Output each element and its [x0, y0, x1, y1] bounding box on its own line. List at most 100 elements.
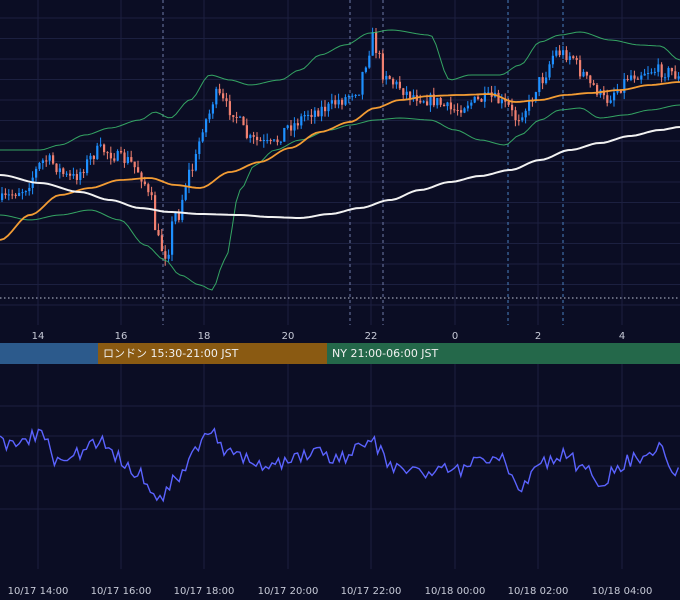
candle-up: [657, 64, 660, 72]
x-tick-label: 10/17 14:00: [8, 586, 69, 597]
candle-down: [276, 139, 279, 143]
candle-down: [123, 152, 126, 164]
candle-down: [619, 90, 622, 93]
x-tick-label: 20: [282, 331, 295, 342]
candle-down: [133, 161, 136, 168]
candle-up: [548, 64, 551, 78]
oscillator-background: [0, 364, 680, 600]
candle-down: [252, 135, 255, 137]
candle-up: [643, 73, 646, 76]
candle-down: [228, 101, 231, 116]
candle-up: [273, 139, 276, 141]
session-bar-tokyo: [0, 343, 98, 364]
x-axis-band: [0, 325, 680, 343]
candle-up: [664, 77, 667, 79]
candle-up: [201, 132, 204, 142]
candle-up: [395, 81, 398, 85]
x-tick-label: 0: [452, 331, 458, 342]
candle-down: [419, 100, 422, 103]
candle-up: [528, 100, 531, 111]
candle-up: [266, 140, 269, 142]
candle-down: [670, 67, 673, 72]
candle-up: [568, 56, 571, 61]
x-tick-label: 16: [115, 331, 128, 342]
x-tick-label: 14: [32, 331, 45, 342]
candle-up: [174, 212, 177, 222]
candle-up: [41, 160, 44, 163]
candle-up: [582, 71, 585, 77]
candle-down: [106, 152, 109, 154]
x-tick-label: 18: [198, 331, 211, 342]
session-label-newyork: NY 21:00-06:00 JST: [332, 347, 439, 360]
price-chart[interactable]: 14 16 18 20 22 0 2 4: [0, 0, 680, 343]
candle-down: [453, 109, 456, 111]
candle-up: [198, 141, 201, 155]
candle-up: [354, 94, 357, 96]
candle-down: [157, 230, 160, 236]
candle-up: [358, 94, 361, 96]
candle-up: [279, 141, 282, 143]
candle-down: [154, 195, 157, 231]
candle-down: [218, 88, 221, 94]
candle-down: [245, 125, 248, 138]
candle-up: [28, 187, 31, 192]
candle-up: [640, 75, 643, 80]
candle-down: [565, 50, 568, 61]
candle-down: [341, 99, 344, 105]
candle-up: [7, 194, 10, 196]
candle-up: [555, 50, 558, 56]
candle-down: [113, 158, 116, 161]
candle-down: [606, 95, 609, 103]
candle-up: [647, 72, 650, 74]
candle-up: [551, 55, 554, 65]
candle-up: [300, 116, 303, 126]
candle-up: [283, 127, 286, 142]
candle-up: [18, 192, 21, 196]
session-label-london: ロンドン 15:30-21:00 JST: [103, 347, 239, 360]
candle-down: [130, 157, 133, 162]
chart-background: [0, 0, 680, 343]
candle-up: [286, 125, 289, 128]
candle-up: [116, 151, 119, 161]
candle-up: [293, 123, 296, 131]
candle-down: [235, 116, 238, 118]
candle-up: [344, 97, 347, 105]
candle-down: [514, 110, 517, 121]
candle-down: [660, 64, 663, 78]
candle-up: [677, 76, 680, 79]
candle-up: [524, 110, 527, 118]
candle-down: [558, 50, 561, 56]
candle-down: [579, 60, 582, 77]
candle-up: [422, 101, 425, 103]
candle-up: [405, 91, 408, 95]
candle-up: [351, 95, 354, 97]
candle-down: [633, 75, 636, 79]
x-tick-label: 10/18 00:00: [425, 586, 486, 597]
candle-up: [545, 77, 548, 84]
candle-up: [330, 100, 333, 104]
candle-up: [327, 103, 330, 112]
candle-down: [575, 58, 578, 61]
candle-up: [313, 110, 316, 117]
candle-up: [167, 254, 170, 259]
candle-up: [361, 71, 364, 95]
candle-down: [392, 78, 395, 85]
x-tick-label: 2: [535, 331, 541, 342]
candle-up: [347, 95, 350, 98]
candle-up: [303, 115, 306, 117]
oscillator-chart[interactable]: 10/17 14:00 10/17 16:00 10/17 18:00 10/17 2…: [0, 364, 680, 600]
candle-up: [320, 106, 323, 117]
candle-up: [211, 104, 214, 114]
candle-down: [140, 172, 143, 182]
x-tick-label: 10/18 04:00: [592, 586, 653, 597]
candle-up: [307, 114, 310, 116]
candle-down: [443, 104, 446, 107]
candle-down: [137, 167, 140, 173]
x-tick-label: 10/17 18:00: [174, 586, 235, 597]
candle-down: [164, 251, 167, 259]
candle-up: [385, 75, 388, 80]
candle-up: [208, 113, 211, 120]
candle-up: [89, 155, 92, 160]
candle-down: [324, 106, 327, 112]
candle-down: [103, 144, 106, 153]
